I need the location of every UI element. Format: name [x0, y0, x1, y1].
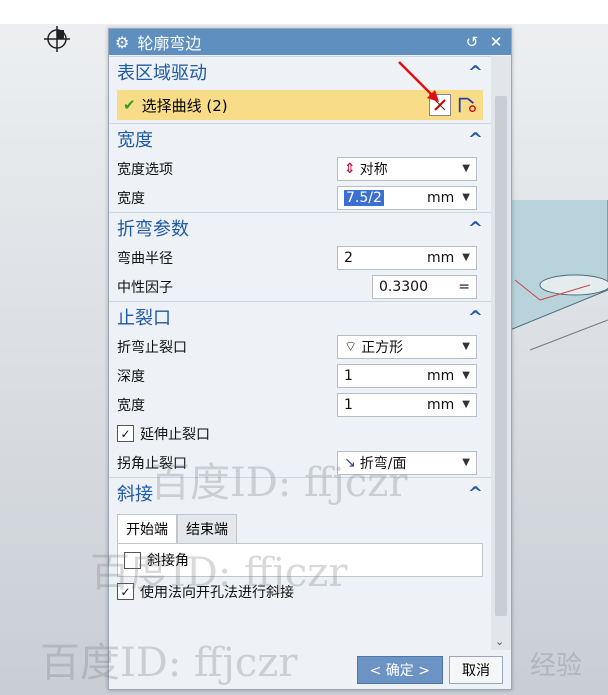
dialog-titlebar: ⚙ 轮廓弯边 ↺ ✕ — [109, 29, 511, 55]
bend-radius-unit: mm — [427, 249, 455, 266]
bend-relief-select[interactable]: ⌔ 正方形 ▼ — [337, 334, 477, 359]
corner-relief-icon: ↘ — [344, 454, 356, 471]
section-title: 斜接 — [117, 484, 153, 505]
section-relief-header[interactable]: 止裂口 ^ — [109, 301, 491, 332]
corner-relief-value: 折弯/面 — [359, 455, 407, 472]
collapse-caret-icon[interactable]: ^ — [468, 129, 483, 150]
bend-radius-label: 弯曲半径 — [117, 250, 173, 267]
width-unit: mm — [427, 189, 455, 206]
section-title: 止裂口 — [117, 308, 171, 329]
section-title: 宽度 — [117, 130, 153, 151]
square-relief-icon: ⌔ — [344, 338, 358, 355]
miter-tabs: 开始端 结束端 — [117, 514, 483, 543]
close-icon[interactable]: ✕ — [487, 33, 505, 51]
neutral-factor-row: 中性因子 0.3300 = — [109, 272, 491, 301]
neutral-factor-value: 0.3300 — [379, 278, 428, 295]
extend-relief-checkbox[interactable]: ✓ — [117, 425, 134, 442]
width-label: 宽度 — [117, 190, 145, 207]
dialog-body: 表区域驱动 ^ ✔ 选择曲线 (2) 宽度 ^ 宽度选项 ⇕ 对称 ▼ 宽度 7… — [109, 56, 491, 650]
relief-width-label: 宽度 — [117, 397, 145, 414]
collapse-caret-icon[interactable]: ^ — [468, 483, 483, 504]
check-icon: ✔ — [123, 96, 136, 114]
corner-relief-select[interactable]: ↘ 折弯/面 ▼ — [337, 450, 477, 475]
collapse-caret-icon[interactable]: ^ — [468, 218, 483, 239]
relief-depth-input[interactable]: 1 mm ▼ — [337, 363, 477, 388]
miter-angle-checkbox[interactable] — [124, 551, 141, 569]
relief-depth-label: 深度 — [117, 368, 145, 385]
top-strip — [0, 0, 608, 24]
scrollbar-thumb[interactable] — [495, 96, 507, 616]
extend-relief-label: 延伸止裂口 — [140, 426, 210, 443]
symmetric-icon: ⇕ — [344, 160, 356, 177]
ok-button[interactable]: < 确定 > — [356, 656, 443, 684]
bend-radius-row: 弯曲半径 2 mm ▼ — [109, 243, 491, 272]
normal-cutout-checkbox[interactable]: ✓ — [117, 583, 134, 600]
dialog-title: 轮廓弯边 — [137, 34, 202, 53]
select-curve-label: 选择曲线 (2) — [141, 96, 228, 115]
width-option-label: 宽度选项 — [117, 161, 173, 178]
corner-relief-row: 拐角止裂口 ↘ 折弯/面 ▼ — [109, 448, 491, 477]
relief-depth-unit: mm — [427, 367, 455, 384]
miter-angle-row[interactable]: 斜接角 — [117, 543, 483, 577]
bend-radius-input[interactable]: 2 mm ▼ — [337, 245, 477, 270]
contour-flange-dialog: ⚙ 轮廓弯边 ↺ ✕ 表区域驱动 ^ ✔ 选择曲线 (2) 宽度 ^ 宽度选项 — [108, 28, 512, 690]
formula-equals-button[interactable]: = — [458, 279, 470, 295]
width-row: 宽度 7.5/2 mm ▼ — [109, 183, 491, 212]
annotation-arrow-icon — [398, 61, 439, 102]
section-miter-header[interactable]: 斜接 ^ — [109, 477, 491, 508]
chevron-down-icon[interactable]: ▼ — [462, 370, 470, 381]
bend-relief-label: 折弯止裂口 — [117, 339, 187, 356]
tab-start[interactable]: 开始端 — [117, 514, 177, 543]
relief-width-unit: mm — [427, 396, 455, 413]
wcs-crosshair-icon — [44, 26, 70, 52]
gear-icon[interactable]: ⚙ — [115, 33, 129, 52]
relief-width-row: 宽度 1 mm ▼ — [109, 390, 491, 419]
chevron-down-icon: ▼ — [462, 457, 470, 468]
width-value: 7.5/2 — [344, 189, 384, 206]
section-width-header[interactable]: 宽度 ^ — [109, 123, 491, 154]
dialog-scrollbar[interactable]: ⌄ — [491, 56, 511, 650]
corner-relief-label: 拐角止裂口 — [117, 455, 187, 472]
bend-radius-value: 2 — [344, 249, 353, 266]
chevron-down-icon[interactable]: ▼ — [462, 252, 470, 263]
width-input[interactable]: 7.5/2 mm ▼ — [337, 185, 477, 210]
section-title: 折弯参数 — [117, 219, 189, 240]
relief-width-input[interactable]: 1 mm ▼ — [337, 392, 477, 417]
extend-relief-row[interactable]: ✓ 延伸止裂口 — [109, 419, 491, 448]
chevron-down-icon: ▼ — [462, 341, 470, 352]
collapse-caret-icon[interactable]: ^ — [468, 307, 483, 328]
normal-cutout-label: 使用法向开孔法进行斜接 — [140, 584, 294, 601]
dialog-footer: < 确定 > 取消 — [109, 651, 511, 689]
sketch-section-icon[interactable] — [457, 95, 477, 115]
miter-angle-label: 斜接角 — [147, 553, 189, 569]
reset-icon[interactable]: ↺ — [463, 33, 481, 51]
tab-end[interactable]: 结束端 — [177, 514, 237, 543]
chevron-down-icon: ▼ — [462, 163, 470, 174]
chevron-down-icon[interactable]: ▼ — [462, 399, 470, 410]
relief-depth-value: 1 — [344, 367, 353, 384]
width-option-value: 对称 — [359, 161, 388, 178]
relief-depth-row: 深度 1 mm ▼ — [109, 361, 491, 390]
chevron-down-icon[interactable]: ▼ — [462, 192, 470, 203]
section-bend-header[interactable]: 折弯参数 ^ — [109, 212, 491, 243]
scroll-down-icon[interactable]: ⌄ — [495, 635, 504, 648]
neutral-factor-input[interactable]: 0.3300 = — [372, 274, 477, 299]
bend-relief-value: 正方形 — [361, 339, 404, 356]
normal-cutout-row[interactable]: ✓ 使用法向开孔法进行斜接 — [109, 577, 491, 606]
width-option-row: 宽度选项 ⇕ 对称 ▼ — [109, 154, 491, 183]
cancel-button[interactable]: 取消 — [449, 656, 503, 684]
neutral-factor-label: 中性因子 — [117, 279, 173, 296]
bend-relief-row: 折弯止裂口 ⌔ 正方形 ▼ — [109, 332, 491, 361]
relief-width-value: 1 — [344, 396, 353, 413]
collapse-caret-icon[interactable]: ^ — [468, 62, 483, 83]
width-option-select[interactable]: ⇕ 对称 ▼ — [337, 156, 477, 181]
